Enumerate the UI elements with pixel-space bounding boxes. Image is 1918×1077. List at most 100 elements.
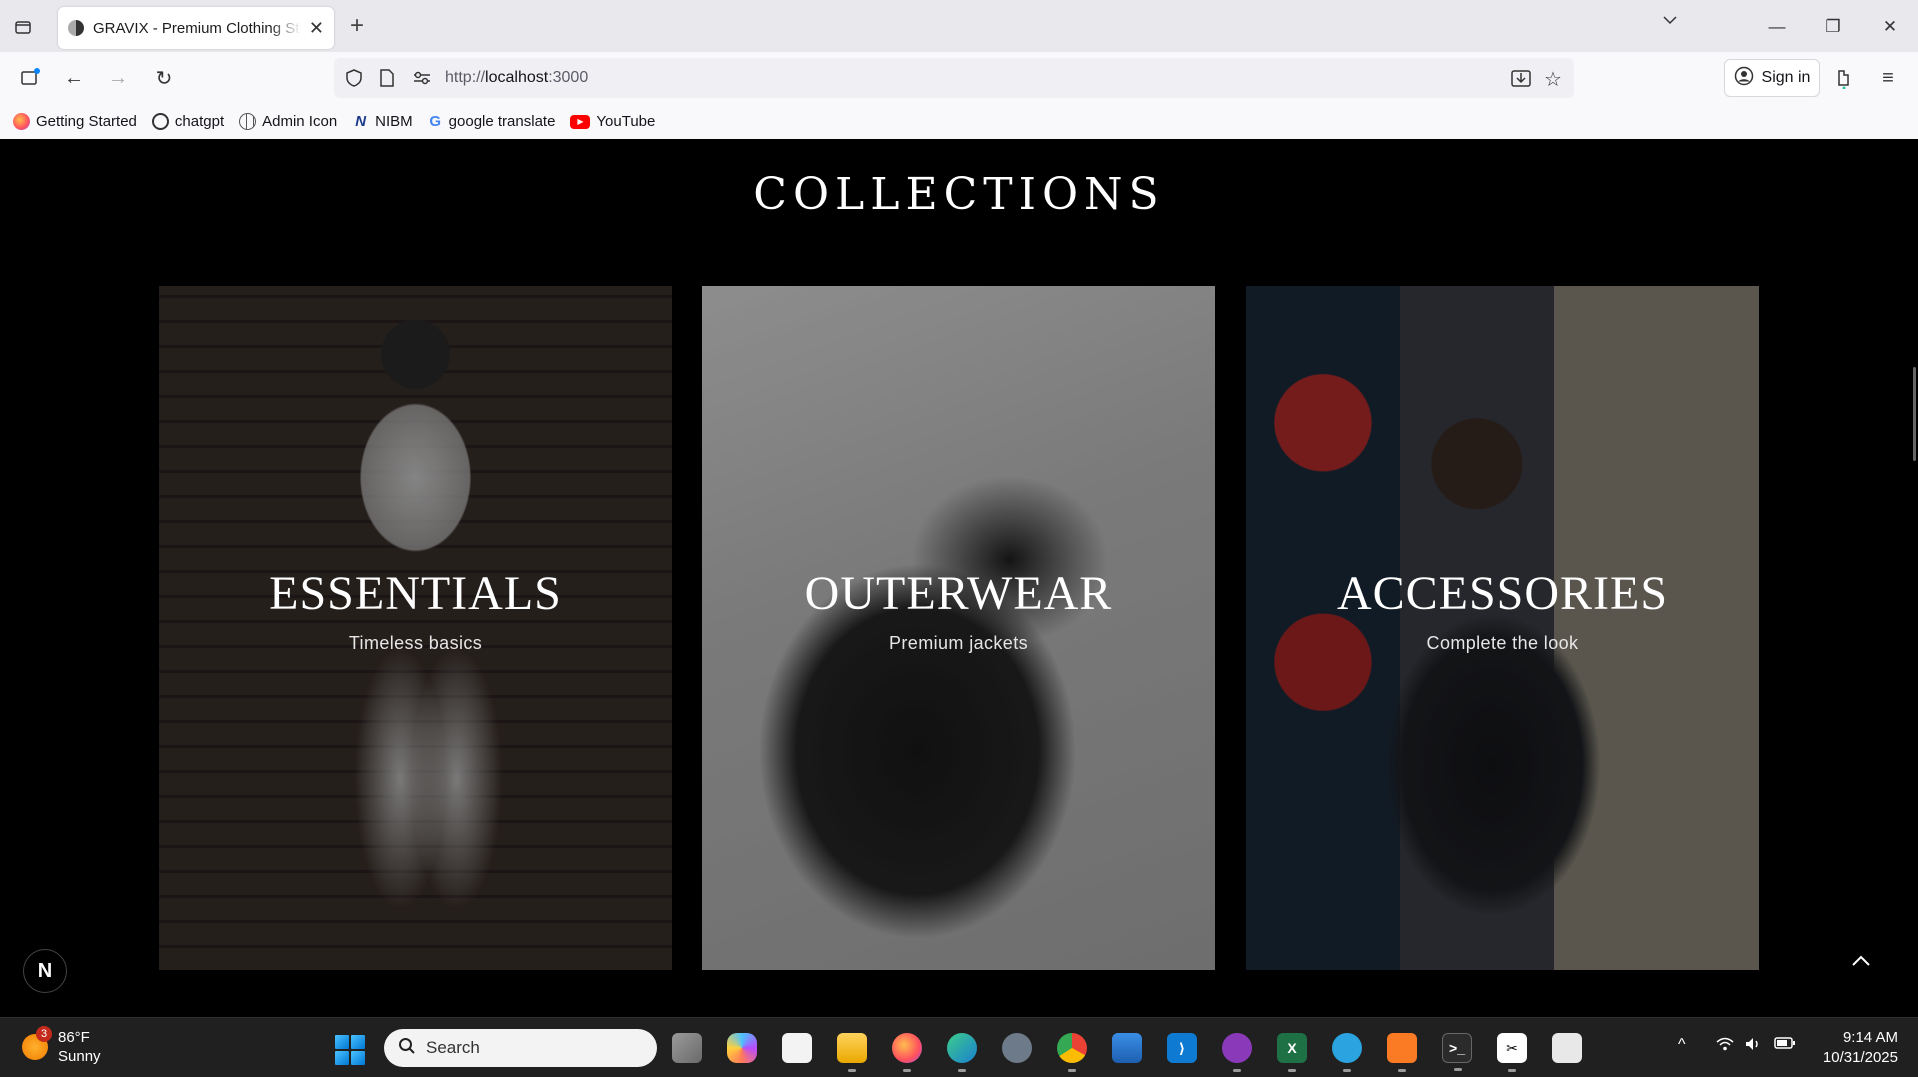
back-icon[interactable]: ←: [60, 64, 88, 92]
sign-in-button[interactable]: Sign in: [1724, 59, 1820, 97]
collection-subtitle: Complete the look: [1426, 633, 1579, 653]
capcut-icon[interactable]: ✂: [1497, 1033, 1527, 1072]
taskbar-search[interactable]: Search: [384, 1029, 657, 1067]
file-explorer-icon[interactable]: [837, 1033, 867, 1072]
wifi-icon[interactable]: [1716, 1036, 1734, 1057]
bookmark-label: google translate: [448, 113, 556, 130]
excel-icon[interactable]: X: [1277, 1033, 1307, 1072]
url-port: :3000: [548, 69, 589, 86]
collection-title: OUTERWEAR: [804, 567, 1113, 620]
terminal-icon[interactable]: >_: [1442, 1033, 1472, 1071]
weather-temperature: 86°F: [58, 1029, 90, 1046]
edge-icon[interactable]: [947, 1033, 977, 1072]
card-overlay: [1246, 286, 1759, 970]
sun-icon: 3: [22, 1026, 52, 1060]
snipping-tool-icon[interactable]: [1552, 1033, 1582, 1063]
page-info-icon[interactable]: [378, 68, 396, 93]
page-scrollbar[interactable]: [1913, 367, 1916, 461]
card-overlay: [159, 286, 672, 970]
sign-in-label: Sign in: [1761, 69, 1811, 86]
url-host: localhost: [485, 69, 549, 86]
chevron-up-icon[interactable]: [1850, 947, 1872, 975]
collection-card-essentials[interactable]: ESSENTIALS Timeless basics: [159, 286, 672, 970]
volume-icon[interactable]: [1744, 1036, 1762, 1057]
windows-taskbar: 3 86°F Sunny Search ⟩ X >_ ✂ ^ 9:14 AM 1…: [0, 1017, 1918, 1077]
collection-title: ACCESSORIES: [1336, 567, 1669, 620]
youtube-icon: ▶: [570, 114, 591, 129]
task-view-icon[interactable]: [672, 1033, 702, 1063]
new-tab-icon[interactable]: +: [350, 12, 364, 40]
bookmarks-toolbar: Getting Started chatgpt Admin Icon N NIB…: [0, 104, 1918, 139]
page-viewport: COLLECTIONS ESSENTIALS Timeless basics O…: [0, 139, 1918, 1017]
tab-bar: GRAVIX - Premium Clothing Store ✕ + — ❐ …: [0, 0, 1918, 52]
bookmark-chatgpt[interactable]: chatgpt: [151, 113, 225, 130]
tab-list-icon[interactable]: [10, 14, 36, 40]
minimize-icon[interactable]: —: [1762, 12, 1792, 42]
shield-icon[interactable]: [344, 68, 364, 93]
github-desktop-icon[interactable]: [1222, 1033, 1252, 1072]
firefox-taskbar-icon[interactable]: [892, 1033, 922, 1072]
forward-icon[interactable]: →: [104, 64, 132, 92]
google-icon: G: [429, 113, 441, 130]
navigation-toolbar: ← → ↻ http://localhost:3000 ☆ Sign in ≡: [0, 52, 1918, 104]
tab-title: GRAVIX - Premium Clothing Store: [93, 19, 301, 37]
xampp-icon[interactable]: [1387, 1033, 1417, 1072]
card-overlay: [702, 286, 1215, 970]
search-icon: [398, 1037, 416, 1060]
microsoft-store-icon[interactable]: [782, 1033, 812, 1063]
telegram-icon[interactable]: [1332, 1033, 1362, 1072]
taskbar-clock[interactable]: 9:14 AM 10/31/2025: [1814, 1028, 1898, 1068]
collection-subtitle: Timeless basics: [348, 633, 483, 653]
restore-icon[interactable]: ❐: [1818, 12, 1848, 42]
bookmark-google-translate[interactable]: G google translate: [428, 113, 556, 130]
url-scheme: http://: [445, 69, 486, 86]
url-text[interactable]: http://localhost:3000: [445, 69, 588, 87]
collection-title: ESSENTIALS: [269, 567, 562, 620]
settings-gear-icon[interactable]: [1002, 1033, 1032, 1063]
chatgpt-icon: [151, 113, 169, 130]
bookmark-label: chatgpt: [174, 113, 225, 130]
extensions-icon[interactable]: [1830, 64, 1858, 92]
bookmark-label: Admin Icon: [262, 113, 338, 130]
clock-date: 10/31/2025: [1822, 1049, 1898, 1066]
chrome-icon[interactable]: [1057, 1033, 1087, 1072]
clock-time: 9:14 AM: [1842, 1029, 1898, 1046]
site-favicon-icon: [68, 20, 84, 36]
bookmark-youtube[interactable]: ▶ YouTube: [570, 113, 655, 130]
sidebar-toggle-icon[interactable]: [16, 64, 44, 92]
bookmark-getting-started[interactable]: Getting Started: [13, 113, 137, 130]
active-tab[interactable]: GRAVIX - Premium Clothing Store ✕: [58, 7, 334, 49]
address-bar[interactable]: http://localhost:3000 ☆: [334, 58, 1574, 98]
bookmark-label: Getting Started: [36, 113, 137, 130]
account-icon: [1734, 66, 1754, 91]
collection-subtitle: Premium jackets: [888, 633, 1029, 653]
permissions-icon[interactable]: [412, 68, 432, 93]
window-close-icon[interactable]: ✕: [1875, 12, 1905, 42]
collection-card-outerwear[interactable]: OUTERWEAR Premium jackets: [702, 286, 1215, 970]
bookmark-label: YouTube: [596, 113, 656, 130]
globe-icon: [239, 113, 257, 130]
weather-widget[interactable]: 3 86°F Sunny: [22, 1026, 101, 1066]
search-placeholder: Search: [426, 1038, 480, 1057]
menu-icon[interactable]: ≡: [1874, 64, 1902, 92]
windows-start-icon[interactable]: [335, 1035, 365, 1065]
reload-icon[interactable]: ↻: [150, 64, 178, 92]
collection-card-accessories[interactable]: ACCESSORIES Complete the look: [1246, 286, 1759, 970]
bookmark-star-icon[interactable]: ☆: [1544, 67, 1562, 92]
notification-badge: 3: [36, 1026, 52, 1042]
weather-description: Sunny: [58, 1048, 101, 1065]
download-icon[interactable]: [1510, 68, 1532, 93]
vscode-icon[interactable]: ⟩: [1167, 1033, 1197, 1063]
show-hidden-icons-icon[interactable]: ^: [1678, 1036, 1686, 1054]
list-all-tabs-icon[interactable]: [1662, 12, 1678, 33]
photos-icon[interactable]: [1112, 1033, 1142, 1063]
bookmark-admin-icon[interactable]: Admin Icon: [239, 113, 337, 130]
nextjs-dev-badge[interactable]: N: [23, 949, 67, 993]
copilot-icon[interactable]: [727, 1033, 757, 1063]
firefox-icon: [13, 113, 30, 130]
collections-heading: COLLECTIONS: [753, 169, 1165, 220]
bookmark-label: NIBM: [375, 113, 413, 130]
battery-icon[interactable]: [1774, 1036, 1796, 1055]
bookmark-nibm[interactable]: N NIBM: [352, 113, 413, 130]
close-tab-icon[interactable]: ✕: [309, 18, 324, 39]
